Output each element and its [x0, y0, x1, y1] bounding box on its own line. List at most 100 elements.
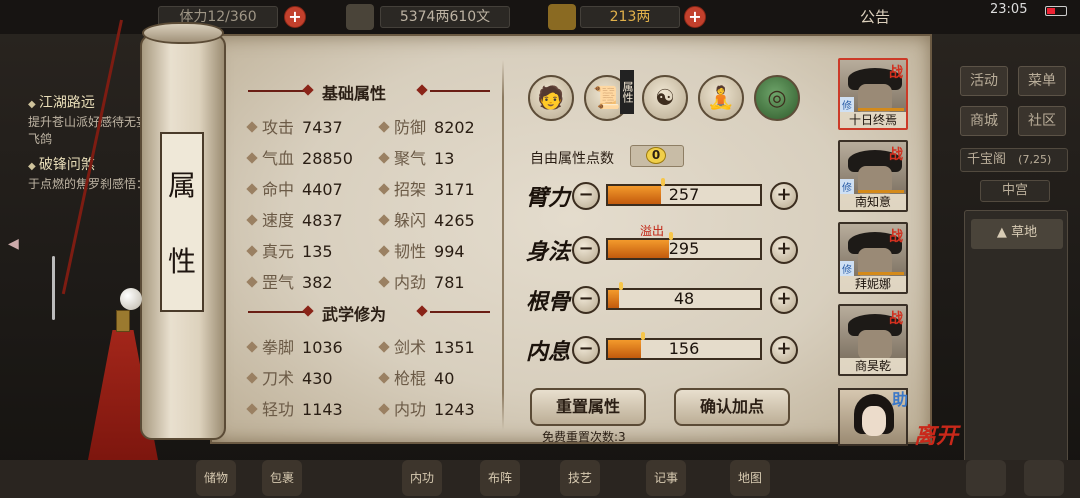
minimap[interactable]: ▲ 草地	[964, 210, 1068, 476]
party-member-portrait[interactable]: 战商昊乾	[838, 304, 908, 376]
increase-button[interactable]: +	[770, 236, 798, 264]
announcement-button[interactable]: 公告	[860, 6, 890, 27]
add-silver-button[interactable]: +	[684, 6, 706, 28]
bottom-right-button-2[interactable]	[1024, 460, 1064, 496]
storage-button[interactable]: 储物	[196, 460, 236, 496]
attribute-name: 真元	[262, 242, 295, 261]
collapse-arrow-icon[interactable]: ◀	[8, 236, 24, 256]
martial-skills-title: 武学修为	[322, 305, 387, 324]
bullet-icon	[378, 152, 390, 164]
basic-attributes-title: 基础属性	[322, 84, 387, 103]
attribute-name: 躲闪	[394, 211, 427, 230]
internal-skill-button[interactable]: 内功	[402, 460, 442, 496]
decrease-button[interactable]: −	[572, 286, 600, 314]
free-points-value: 0	[646, 147, 666, 164]
bottom-bar	[0, 460, 1080, 498]
header-ornament	[430, 311, 490, 313]
bottom-right-button[interactable]	[966, 460, 1006, 496]
tab-character-icon[interactable]: 🧑	[528, 75, 574, 121]
attribute-row: 罡气 382	[246, 269, 333, 293]
party-member-portrait[interactable]: 战修拜妮娜	[838, 222, 908, 294]
attribute-name: 剑术	[394, 338, 427, 357]
attribute-value: 1036	[302, 338, 343, 357]
up-arrow-icon: ▲	[996, 225, 1012, 240]
stat-bar: 257	[606, 178, 762, 206]
decrease-button[interactable]: −	[572, 182, 600, 210]
party-member-portrait[interactable]: 战修十日终焉	[838, 58, 908, 130]
increase-button[interactable]: +	[770, 286, 798, 314]
journal-button[interactable]: 记事	[646, 460, 686, 496]
header-ornament	[248, 90, 308, 92]
party-member-name: 拜妮娜	[840, 276, 906, 292]
skills-button[interactable]: 技艺	[560, 460, 600, 496]
portrait-face	[862, 406, 886, 436]
stat-label: 内息	[526, 339, 571, 365]
direction-label: 中宫	[980, 180, 1050, 202]
right-menu: 活动 菜单 商城 社区 千宝阁 (7,25) 中宫 ▲ 草地	[960, 60, 1072, 480]
cultivation-tag: 修	[840, 179, 854, 194]
attribute-value: 4265	[434, 211, 475, 230]
bar-marker	[661, 178, 665, 186]
tab-yin-yang-icon[interactable]: ☯	[642, 75, 688, 121]
activity-button[interactable]: 活动	[960, 66, 1008, 96]
decrease-button[interactable]: −	[572, 336, 600, 364]
attribute-name: 气血	[262, 149, 295, 168]
attribute-name: 内功	[394, 400, 427, 419]
tab-jade-icon[interactable]: ◎	[754, 75, 800, 121]
location-coords: (7,25)	[1018, 153, 1052, 166]
attribute-value: 7437	[302, 118, 343, 137]
attribute-value: 4837	[302, 211, 343, 230]
party-member-portrait[interactable]: 战修南知意	[838, 140, 908, 212]
stat-label: 根骨	[526, 289, 571, 315]
attribute-name: 速度	[262, 211, 295, 230]
reset-attributes-button[interactable]: 重置属性	[530, 388, 646, 426]
attribute-name: 韧性	[394, 242, 427, 261]
bullet-icon	[246, 403, 258, 415]
attribute-row: 枪棍 40	[378, 365, 454, 389]
bullet-icon	[378, 245, 390, 257]
portrait-face	[858, 330, 892, 360]
header-ornament	[430, 90, 490, 92]
tab-meridian-icon[interactable]: 🧘	[698, 75, 744, 121]
bullet-icon	[246, 121, 258, 133]
stat-bar: 48	[606, 282, 762, 310]
attribute-value: 135	[302, 242, 333, 261]
map-button[interactable]: 地图	[730, 460, 770, 496]
bag-button[interactable]: 包裹	[262, 460, 302, 496]
bullet-icon	[246, 341, 258, 353]
bullet-icon	[378, 214, 390, 226]
tassel-knot	[116, 310, 130, 332]
attribute-row: 攻击 7437	[246, 114, 343, 138]
stat-bar: 295	[606, 232, 762, 260]
cultivation-tag: 修	[840, 261, 854, 276]
bullet-icon	[246, 276, 258, 288]
cultivation-tag: 修	[840, 97, 854, 112]
formation-button[interactable]: 布阵	[480, 460, 520, 496]
silver-ingot-icon	[548, 4, 576, 30]
shop-button[interactable]: 商城	[960, 106, 1008, 136]
active-tab-tag: 属性	[620, 70, 634, 114]
scroll-title-char: 属	[167, 169, 196, 202]
attribute-row: 刀术 430	[246, 365, 333, 389]
increase-button[interactable]: +	[770, 182, 798, 210]
attribute-name: 轻功	[262, 400, 295, 419]
attribute-name: 命中	[262, 180, 295, 199]
community-button[interactable]: 社区	[1018, 106, 1066, 136]
leave-button[interactable]: 离开	[914, 418, 958, 450]
attribute-value: 994	[434, 242, 465, 261]
attribute-row: 内功 1243	[378, 396, 475, 420]
helper-badge: 助	[892, 390, 909, 409]
scroll-title-char: 性	[167, 245, 196, 278]
scroll-indicator	[52, 256, 55, 320]
combat-badge: 战	[889, 147, 903, 163]
increase-button[interactable]: +	[770, 336, 798, 364]
bar-marker	[619, 282, 623, 290]
confirm-points-button[interactable]: 确认加点	[674, 388, 790, 426]
add-stamina-button[interactable]: +	[284, 6, 306, 28]
decrease-button[interactable]: −	[572, 236, 600, 264]
attribute-row: 拳脚 1036	[246, 334, 343, 358]
overflow-label: 溢出	[640, 224, 665, 238]
menu-button[interactable]: 菜单	[1018, 66, 1066, 96]
attribute-row: 真元 135	[246, 238, 333, 262]
attribute-value: 1351	[434, 338, 475, 357]
